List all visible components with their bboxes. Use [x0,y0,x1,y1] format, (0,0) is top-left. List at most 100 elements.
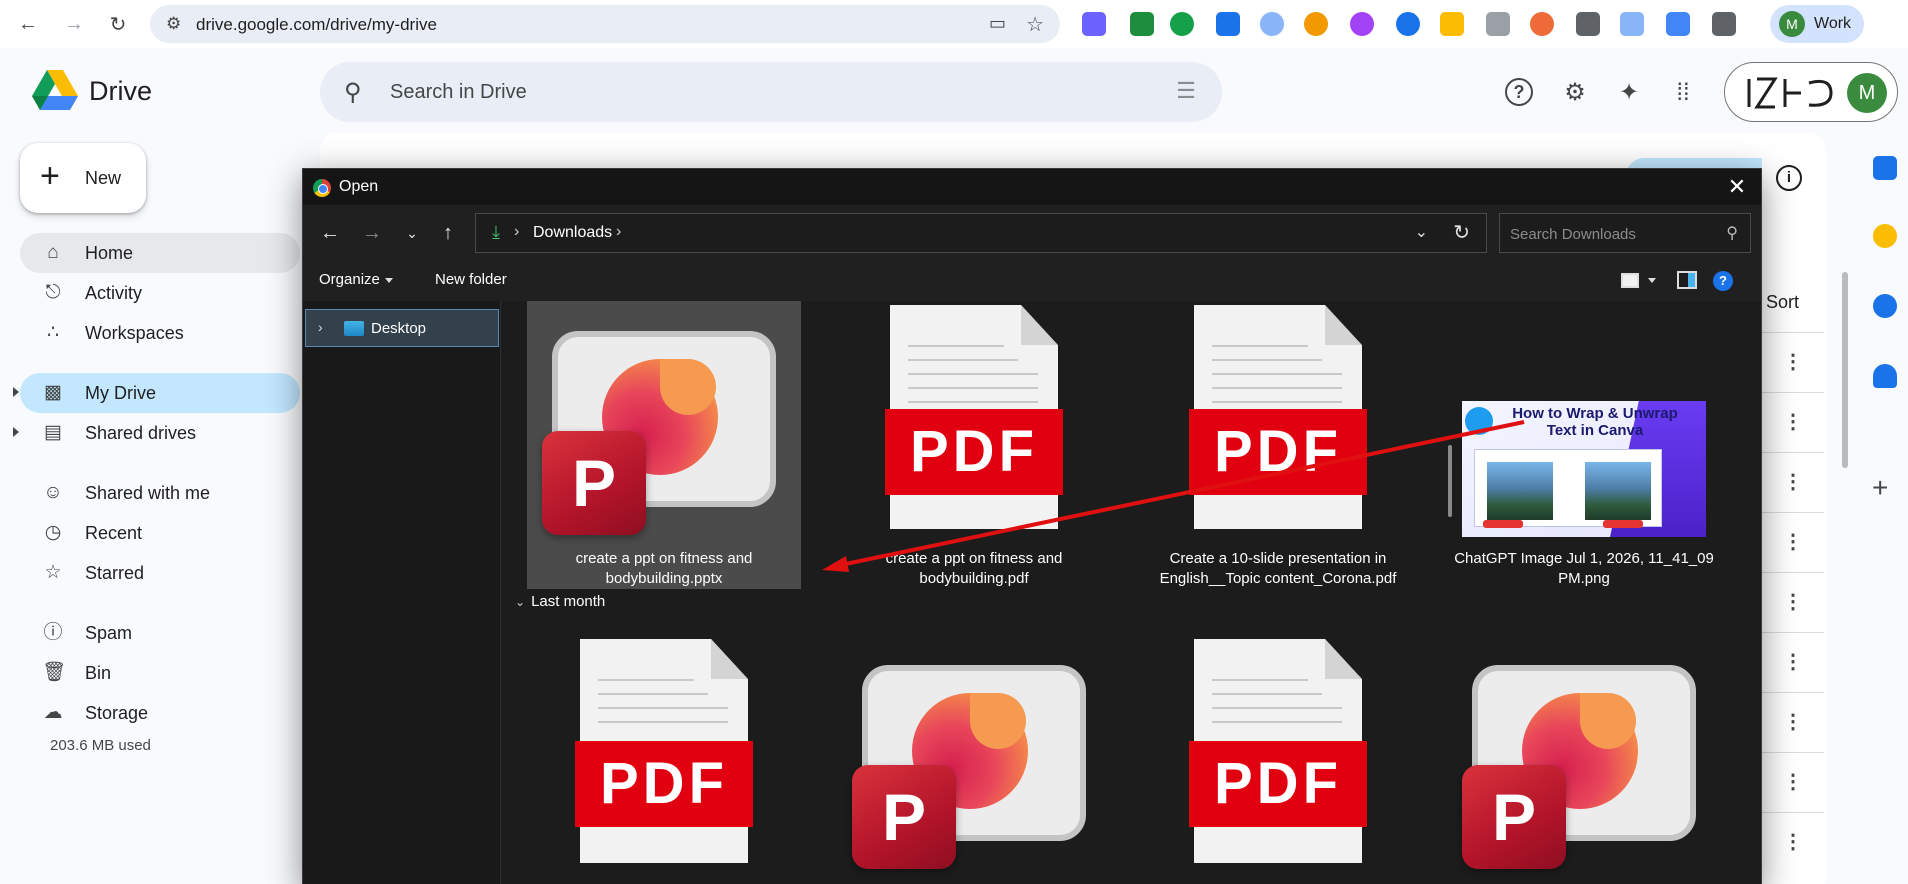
forward-arrow-icon[interactable]: → [357,218,387,248]
new-button[interactable]: + New [20,143,146,213]
extension-icon[interactable] [1304,12,1328,36]
recent-locations-chevron-icon[interactable]: ⌄ [397,218,427,248]
view-mode-dropdown-icon[interactable] [1648,278,1656,283]
translate-extension-icon[interactable] [1666,12,1690,36]
search-downloads-input[interactable]: Search Downloads ⚲ [1499,213,1751,253]
settings-gear-icon[interactable]: ⚙ [1560,78,1590,108]
reload-button[interactable]: ↻ [102,8,134,40]
more-options-icon[interactable]: ⋮ [1783,710,1803,734]
up-arrow-icon[interactable]: ↑ [433,218,463,248]
sidebar-item-my-drive[interactable]: ▩ My Drive [13,373,300,413]
bookmark-star-icon[interactable]: ☆ [1026,12,1044,37]
extension-icon[interactable] [1130,12,1154,36]
help-icon[interactable]: ? [1505,78,1533,106]
file-tile[interactable]: PDF create a ppt on fitness and bodybuil… [837,301,1111,589]
profile-chip[interactable]: M Work [1770,5,1864,43]
app-name: Drive [89,76,153,106]
expand-chevron-icon[interactable]: › [318,319,323,335]
sidebar-item-activity[interactable]: ⎋ Activity [20,273,300,313]
path-segment-downloads[interactable]: Downloads [533,224,612,242]
path-separator-icon[interactable]: › [616,223,621,241]
dialog-navigation-bar: ← → ⌄ ↑ ⤓ › Downloads › ⌄ ↻ Search Downl… [303,205,1761,259]
people-icon: ☺ [43,482,63,503]
extension-icon[interactable] [1350,12,1374,36]
add-addon-plus-icon[interactable]: + [1872,472,1888,504]
sidebar-item-storage[interactable]: ☁ Storage [20,693,300,733]
extension-icon[interactable] [1576,12,1600,36]
back-arrow-icon[interactable]: ← [315,218,345,248]
more-options-icon[interactable]: ⋮ [1783,350,1803,374]
more-options-icon[interactable]: ⋮ [1783,530,1803,554]
sidebar-item-shared-with-me[interactable]: ☺ Shared with me [20,473,300,513]
help-icon[interactable]: ? [1713,271,1733,291]
search-icon[interactable]: ⚲ [344,78,362,107]
file-tile[interactable]: P [837,635,1111,884]
camera-extension-icon[interactable] [1486,12,1510,36]
file-tile[interactable]: PDF [1141,635,1415,884]
more-options-icon[interactable]: ⋮ [1783,590,1803,614]
scrollbar[interactable] [1842,272,1848,468]
more-options-icon[interactable]: ⋮ [1783,410,1803,434]
sidebar-item-starred[interactable]: ☆ Starred [20,553,300,593]
extension-icon[interactable] [1440,12,1464,36]
account-switcher[interactable]: M [1724,62,1898,122]
extension-icon[interactable] [1620,12,1644,36]
organize-button[interactable]: Organize [319,271,393,288]
group-header-last-month[interactable]: ⌄ Last month [515,593,605,610]
scrollbar[interactable] [1448,445,1452,517]
install-app-icon[interactable]: ▭ [989,13,1006,34]
refresh-icon[interactable]: ↻ [1453,220,1470,245]
path-history-chevron-icon[interactable]: ⌄ [1415,222,1428,242]
sidebar-item-recent[interactable]: ◷ Recent [20,513,300,553]
expand-arrow-icon[interactable] [13,427,19,437]
address-path-bar[interactable]: ⤓ › Downloads › ⌄ ↻ [475,213,1487,253]
back-button[interactable]: ← [12,8,44,40]
tasks-icon[interactable] [1873,294,1897,318]
new-folder-button[interactable]: New folder [435,271,507,288]
file-tile[interactable]: PDF Create a 10-slide presentation in En… [1141,301,1415,589]
extension-icon[interactable] [1216,12,1240,36]
file-tile[interactable]: P [1447,635,1721,884]
gemini-icon[interactable]: ✦ [1614,78,1644,108]
extension-icon[interactable] [1396,12,1420,36]
sidebar-item-home[interactable]: ⌂ Home [20,233,300,273]
sidebar-item-workspaces[interactable]: ∴ Workspaces [20,313,300,353]
grammarly-extension-icon[interactable] [1170,12,1194,36]
site-info-icon[interactable]: ⚙ [166,14,181,34]
more-options-icon[interactable]: ⋮ [1783,770,1803,794]
file-name: ChatGPT Image Jul 1, 2026, 11_41_09 PM.p… [1454,550,1714,587]
forward-button[interactable]: → [58,8,90,40]
workspaces-icon: ∴ [46,322,60,343]
extension-icon[interactable] [1260,12,1284,36]
tree-item-desktop[interactable]: › Desktop [305,309,499,347]
preview-pane-icon[interactable] [1677,271,1697,289]
avatar: M [1779,11,1805,37]
sidebar-item-bin[interactable]: 🗑 Bin [20,653,300,693]
more-options-icon[interactable]: ⋮ [1783,650,1803,674]
close-icon[interactable]: ✕ [1723,173,1751,201]
file-tile[interactable]: PDF [527,635,801,884]
apps-grid-icon[interactable]: ⁞⁞ [1668,78,1698,108]
view-mode-icon[interactable] [1621,273,1639,288]
drive-search-bar[interactable]: ⚲ Search in Drive ☰ [320,62,1222,122]
address-bar[interactable]: ⚙ drive.google.com/drive/my-drive ▭ ☆ [150,5,1060,43]
sort-button[interactable]: Sort [1766,292,1799,313]
calendar-icon[interactable] [1873,156,1897,180]
extension-icon[interactable] [1530,12,1554,36]
storage-used-text: 203.6 MB used [50,737,151,754]
more-options-icon[interactable]: ⋮ [1783,830,1803,854]
keep-icon[interactable] [1873,224,1897,248]
extension-icon[interactable] [1082,12,1106,36]
sidebar-item-spam[interactable]: ⓘ Spam [20,613,300,653]
info-icon[interactable]: i [1776,165,1802,191]
profile-label: Work [1814,15,1852,32]
search-options-icon[interactable]: ☰ [1176,78,1196,104]
file-tile[interactable]: How to Wrap & Unwrap Text in Canva ChatG… [1447,301,1721,589]
drive-logo-icon[interactable] [32,70,78,112]
contacts-icon[interactable] [1873,364,1897,388]
extensions-puzzle-icon[interactable] [1712,12,1736,36]
sidebar-item-shared-drives[interactable]: ▤ Shared drives [13,413,300,453]
expand-arrow-icon[interactable] [13,387,19,397]
file-tile[interactable]: P create a ppt on fitness and bodybuildi… [527,301,801,589]
more-options-icon[interactable]: ⋮ [1783,470,1803,494]
